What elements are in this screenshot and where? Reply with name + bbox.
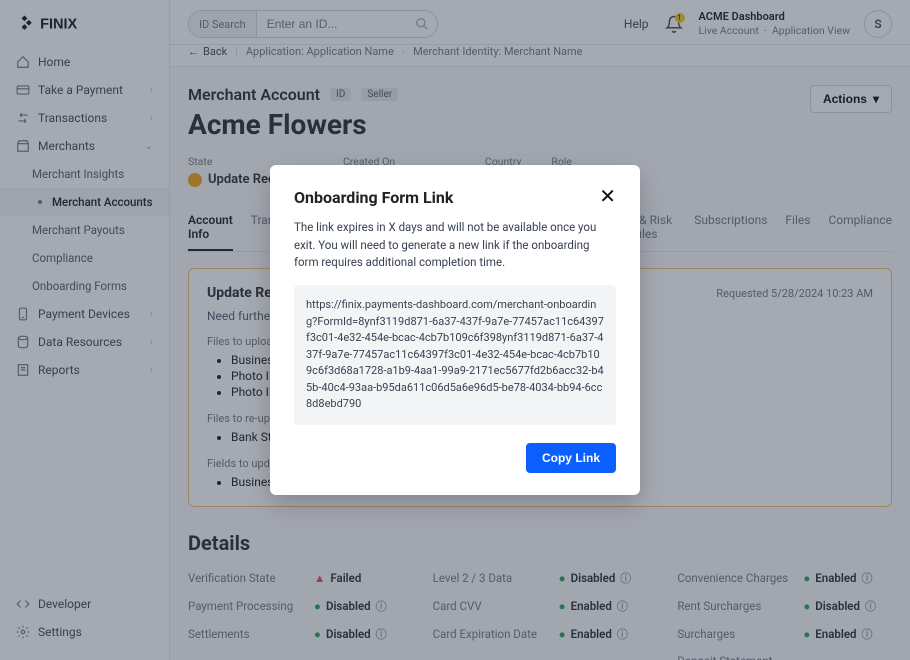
- modal-title: Onboarding Form Link: [294, 188, 599, 207]
- modal-body: The link expires in X days and will not …: [294, 219, 616, 271]
- copy-link-button[interactable]: Copy Link: [526, 443, 616, 473]
- close-icon[interactable]: ✕: [599, 187, 616, 207]
- modal-overlay[interactable]: Onboarding Form Link ✕ The link expires …: [0, 0, 910, 660]
- onboarding-link-text[interactable]: https://finix.payments-dashboard.com/mer…: [294, 285, 616, 425]
- onboarding-link-modal: Onboarding Form Link ✕ The link expires …: [270, 165, 640, 494]
